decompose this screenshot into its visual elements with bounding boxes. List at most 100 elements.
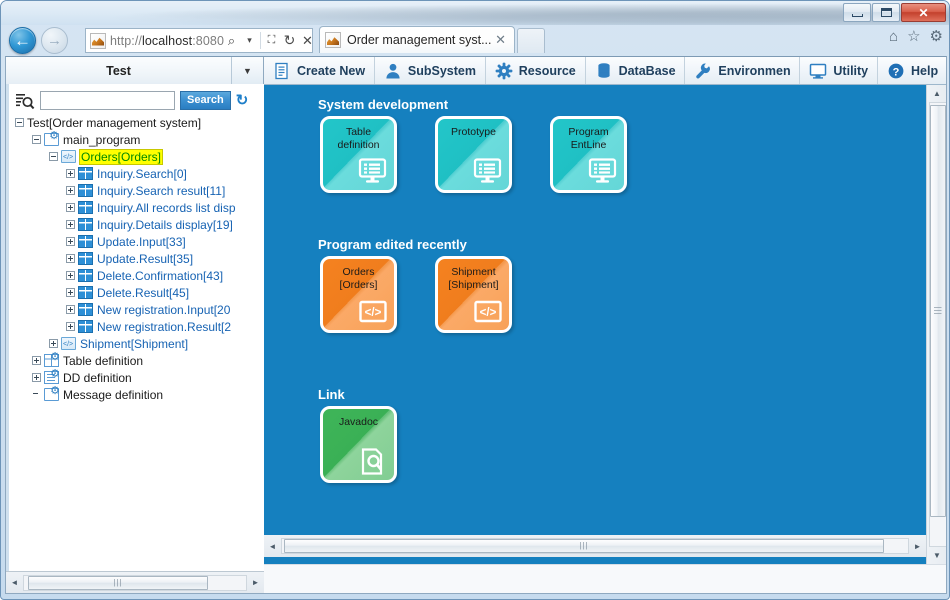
- tree-node[interactable]: Inquiry.Search result[11]: [9, 182, 264, 199]
- url-port: :8080: [192, 33, 224, 48]
- collapse-icon[interactable]: [15, 118, 24, 127]
- stop-icon[interactable]: ✕: [300, 32, 315, 50]
- refresh-icon[interactable]: ↻: [282, 32, 297, 50]
- home-icon[interactable]: ⌂: [889, 29, 898, 44]
- tree-horizontal-scrollbar[interactable]: ◄ ||| ►: [6, 571, 264, 593]
- search-input[interactable]: [40, 91, 175, 110]
- minimize-button[interactable]: [843, 3, 871, 22]
- card-program[interactable]: Program EntLine: [550, 116, 627, 193]
- expand-icon[interactable]: [66, 186, 75, 195]
- content-vscroll-track[interactable]: |||: [929, 102, 946, 547]
- card-label: Javadoc: [323, 416, 394, 429]
- menu-item-label: DataBase: [618, 63, 676, 78]
- tree-tab-test[interactable]: Test: [6, 57, 232, 84]
- scroll-right-icon[interactable]: ►: [909, 538, 926, 555]
- filter-search-icon[interactable]: [15, 92, 35, 110]
- forward-arrow-icon: →: [47, 32, 62, 49]
- card-javadoc[interactable]: Javadoc: [320, 406, 397, 483]
- tree-refresh-icon[interactable]: ↻: [236, 93, 249, 108]
- scroll-down-icon[interactable]: ▼: [927, 547, 946, 564]
- card-label-line: Orders: [342, 266, 375, 278]
- tree-node-label: Inquiry.Details display[19]: [97, 217, 233, 232]
- tree-node[interactable]: Test[Order management system]: [9, 114, 264, 131]
- tree-node[interactable]: Delete.Result[45]: [9, 284, 264, 301]
- expand-icon[interactable]: [32, 356, 41, 365]
- menu-item-subsystem[interactable]: SubSystem: [375, 57, 486, 84]
- svg-text:</>: </>: [365, 307, 382, 319]
- expand-icon[interactable]: [66, 271, 75, 280]
- content-horizontal-scrollbar[interactable]: ◄ ||| ►: [264, 535, 926, 557]
- tree-node[interactable]: New registration.Input[20: [9, 301, 264, 318]
- tree-node[interactable]: Orders[Orders]: [9, 148, 264, 165]
- maximize-button[interactable]: [872, 3, 900, 22]
- scroll-left-icon[interactable]: ◄: [6, 574, 23, 591]
- tree-node[interactable]: Shipment[Shipment]: [9, 335, 264, 352]
- expand-icon[interactable]: [66, 288, 75, 297]
- tree-node-label: Inquiry.Search result[11]: [97, 183, 226, 198]
- tree-node[interactable]: Inquiry.All records list disp: [9, 199, 264, 216]
- tree-node[interactable]: Inquiry.Search[0]: [9, 165, 264, 182]
- tree-node[interactable]: Delete.Confirmation[43]: [9, 267, 264, 284]
- tree-node[interactable]: main_program: [9, 131, 264, 148]
- card-shipment[interactable]: Shipment [Shipment] </>: [435, 256, 512, 333]
- tree-hscroll-thumb[interactable]: |||: [28, 575, 208, 590]
- tree-menu-button[interactable]: ▼: [232, 57, 263, 84]
- card-table[interactable]: Table definition: [320, 116, 397, 193]
- expand-icon[interactable]: [49, 339, 58, 348]
- favorites-icon[interactable]: ☆: [907, 29, 920, 44]
- tree-node[interactable]: Inquiry.Details display[19]: [9, 216, 264, 233]
- close-button[interactable]: ✕: [901, 3, 946, 22]
- tree-hscroll-track[interactable]: |||: [23, 574, 247, 591]
- expand-icon[interactable]: [66, 322, 75, 331]
- expand-icon[interactable]: [66, 203, 75, 212]
- content-vertical-scrollbar[interactable]: ▲ ||| ▼: [926, 85, 946, 564]
- compatibility-view-icon[interactable]: ⛶: [264, 32, 279, 50]
- expand-icon[interactable]: [66, 237, 75, 246]
- search-button[interactable]: Search: [180, 91, 231, 110]
- tab-close-icon[interactable]: ✕: [492, 32, 509, 48]
- tree-node[interactable]: Table definition: [9, 352, 264, 369]
- menu-item-help[interactable]: ? Help: [878, 57, 946, 84]
- scroll-left-icon[interactable]: ◄: [264, 538, 281, 555]
- tree-node-label: Message definition: [63, 387, 164, 402]
- tree-node[interactable]: New registration.Result[2: [9, 318, 264, 335]
- collapse-icon[interactable]: [32, 135, 41, 144]
- expand-icon[interactable]: [66, 169, 75, 178]
- menu-item-utility[interactable]: Utility: [800, 57, 879, 84]
- tree-node[interactable]: Update.Input[33]: [9, 233, 264, 250]
- monitor-list-icon: [473, 158, 503, 185]
- tab-order-management[interactable]: Order management syst... ✕: [319, 26, 515, 53]
- scroll-right-icon[interactable]: ►: [247, 574, 264, 591]
- grid-icon: [78, 320, 93, 333]
- card-orders[interactable]: Orders [Orders] </>: [320, 256, 397, 333]
- scroll-up-icon[interactable]: ▲: [927, 85, 946, 102]
- dropdown-arrow-icon[interactable]: ▾: [242, 32, 257, 50]
- expand-icon[interactable]: [66, 305, 75, 314]
- back-button[interactable]: ←: [9, 27, 36, 54]
- search-icon[interactable]: ⌕: [224, 32, 239, 50]
- expand-icon[interactable]: [66, 220, 75, 229]
- menu-item-resource[interactable]: Resource: [486, 57, 586, 84]
- search-button-label: Search: [187, 94, 224, 106]
- content-vscroll-thumb[interactable]: |||: [930, 105, 946, 517]
- card-prototype[interactable]: Prototype: [435, 116, 512, 193]
- user-icon: [384, 62, 402, 80]
- section-title: System development: [318, 97, 449, 112]
- menu-item-environmen[interactable]: Environmen: [685, 57, 801, 84]
- settings-gear-icon[interactable]: ⚙: [930, 29, 943, 44]
- tree-node[interactable]: Message definition: [9, 386, 264, 403]
- tree-node[interactable]: DD definition: [9, 369, 264, 386]
- expand-icon[interactable]: [66, 254, 75, 263]
- content-hscroll-thumb[interactable]: |||: [284, 539, 884, 553]
- content-hscroll-track[interactable]: |||: [281, 538, 909, 554]
- expand-icon[interactable]: [32, 373, 41, 382]
- address-bar[interactable]: http://localhost:8080 ⌕ ▾ ⛶ ↻ ✕: [85, 28, 313, 53]
- collapse-icon[interactable]: [49, 152, 58, 161]
- menu-item-create-new[interactable]: Create New: [264, 57, 375, 84]
- forward-button[interactable]: →: [41, 27, 68, 54]
- new-tab-button[interactable]: [517, 28, 545, 53]
- tree-panel: Test ▼ Search ↻ Test[Order management sy…: [6, 57, 264, 593]
- tree-node[interactable]: Update.Result[35]: [9, 250, 264, 267]
- menu-item-database[interactable]: DataBase: [586, 57, 686, 84]
- code-icon: </>: [473, 298, 503, 325]
